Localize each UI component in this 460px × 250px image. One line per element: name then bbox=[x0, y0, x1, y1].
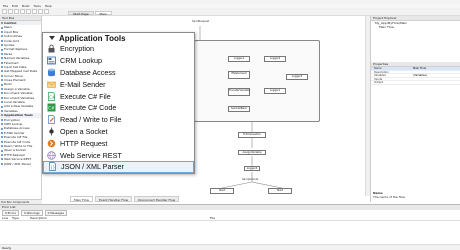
save-icon[interactable] bbox=[14, 9, 19, 14]
popup-item-lock[interactable]: Encryption bbox=[43, 43, 194, 55]
lock-icon bbox=[47, 44, 56, 53]
popup-header[interactable]: Application Tools bbox=[43, 33, 194, 43]
csharp-file-icon: C# bbox=[47, 91, 56, 101]
property-key: Name bbox=[374, 67, 382, 70]
file-rw-icon bbox=[47, 115, 56, 125]
property-key: Variables bbox=[374, 74, 386, 78]
popup-item-web-service[interactable]: Web Service REST bbox=[43, 149, 194, 161]
crm-icon bbox=[47, 56, 56, 65]
cut-icon[interactable] bbox=[20, 9, 25, 14]
popup-item-label: JSON / XML Parser bbox=[61, 162, 124, 172]
column-file[interactable]: File bbox=[210, 216, 270, 220]
csharp-code-icon: C# bbox=[47, 103, 56, 112]
popup-item-csharp-code[interactable]: C# Execute C# Code bbox=[43, 102, 194, 114]
popup-item-label: Web Service REST bbox=[60, 150, 122, 160]
diagram-node[interactable]: Start bbox=[210, 188, 234, 194]
property-value[interactable]: Main Flow bbox=[413, 67, 460, 70]
error-list-header: Line Type Description File bbox=[0, 216, 460, 221]
http-icon bbox=[47, 139, 56, 148]
column-line[interactable]: Line bbox=[0, 216, 12, 220]
popup-item-label: Execute C# File bbox=[60, 91, 111, 101]
copy-icon[interactable] bbox=[26, 9, 31, 14]
envelope-icon bbox=[47, 80, 56, 89]
database-icon bbox=[47, 68, 56, 77]
popup-item-label: CRM Lookup bbox=[60, 56, 102, 66]
property-key: Inputs bbox=[374, 77, 383, 81]
popup-item-label: E-Mail Sender bbox=[60, 79, 106, 89]
tool-item[interactable]: JSON / XML Parser bbox=[0, 162, 41, 166]
canvas-flow-tabs: Main Flow Event Handler Flow Disconnect … bbox=[70, 196, 180, 202]
popup-item-label: Open a Socket bbox=[60, 126, 108, 136]
diagram-node[interactable]: SubCallBack bbox=[228, 106, 250, 112]
popup-item-http[interactable]: HTTP Request bbox=[43, 137, 194, 149]
explorer-tree-item[interactable]: Main Flow bbox=[371, 25, 460, 29]
popup-title: Application Tools bbox=[59, 33, 126, 43]
diagram-node[interactable]: AssignVariable bbox=[238, 150, 266, 155]
popup-item-file-rw[interactable]: Read / Write to File bbox=[43, 114, 194, 126]
property-key: Description bbox=[374, 70, 389, 74]
property-description-text: The name of the flow bbox=[373, 195, 405, 199]
diagram-node[interactable]: Start bbox=[268, 188, 292, 194]
popup-item-json-parser[interactable]: {} JSON / XML Parser bbox=[43, 160, 194, 173]
flow-container-box bbox=[194, 40, 320, 122]
diagram-node[interactable]: Logger4 bbox=[244, 166, 260, 171]
property-row[interactable]: Output bbox=[371, 81, 460, 85]
diagram-node-label: SampleCode bbox=[242, 178, 259, 181]
new-icon[interactable] bbox=[2, 9, 7, 14]
diagram-node[interactable]: ToDoQuestion bbox=[238, 132, 266, 138]
json-parser-icon: {} bbox=[48, 162, 57, 172]
diagram-node[interactable]: Logger3 bbox=[286, 74, 308, 80]
open-icon[interactable] bbox=[8, 9, 13, 14]
tab-disconnect-handler-flow[interactable]: Disconnect Handler Flow bbox=[134, 196, 180, 202]
svg-text:{}: {} bbox=[50, 165, 55, 170]
tab-start-page[interactable]: Start Page bbox=[68, 11, 94, 16]
application-tools-popup: Application Tools Encryption CRM Lookup Da… bbox=[42, 32, 195, 174]
popup-item-label: Execute C# Code bbox=[60, 103, 117, 113]
popup-item-database[interactable]: Database Access bbox=[43, 67, 194, 79]
undo-icon[interactable] bbox=[38, 9, 43, 14]
tab-event-handler-flow[interactable]: Event Handler Flow bbox=[94, 196, 133, 202]
popup-item-label: Database Access bbox=[60, 67, 116, 77]
popup-item-socket[interactable]: Open a Socket bbox=[43, 126, 194, 138]
tool-box-panel: Tool Box Control Menu Input Box Subroutines… bbox=[0, 16, 42, 204]
tab-main[interactable]: Main bbox=[94, 11, 112, 16]
popup-item-label: Encryption bbox=[60, 44, 94, 54]
status-bar: Ready bbox=[0, 244, 460, 250]
property-value[interactable] bbox=[413, 71, 460, 74]
property-value[interactable] bbox=[413, 81, 460, 84]
property-key: Output bbox=[374, 81, 384, 85]
properties-panel: Properties Name Main Flow Description Varia… bbox=[370, 62, 460, 202]
diagram-node[interactable]: Logger1 bbox=[264, 88, 286, 94]
redo-icon[interactable] bbox=[44, 9, 49, 14]
diagram-node[interactable]: IfStatement bbox=[228, 71, 250, 79]
column-type[interactable]: Type bbox=[12, 216, 30, 220]
diagram-node[interactable]: Logger2 bbox=[264, 56, 286, 62]
diagram-node-label: SendRequest bbox=[192, 20, 210, 23]
diagram-node[interactable]: Logger1 bbox=[228, 56, 250, 62]
column-description[interactable]: Description bbox=[30, 216, 210, 220]
property-value[interactable] bbox=[413, 78, 460, 81]
document-tabs: Start Page Main bbox=[68, 11, 112, 16]
tab-main-flow[interactable]: Main Flow bbox=[70, 196, 93, 202]
svg-text:C#: C# bbox=[49, 94, 56, 99]
web-service-icon bbox=[47, 150, 56, 160]
property-description: Name The name of the flow bbox=[373, 191, 405, 199]
diagram-node[interactable]: TransferVariable bbox=[228, 88, 250, 96]
popup-item-envelope[interactable]: E-Mail Sender bbox=[43, 78, 194, 90]
popup-item-crm[interactable]: CRM Lookup bbox=[43, 55, 194, 67]
socket-icon bbox=[47, 127, 56, 136]
svg-text:C#: C# bbox=[48, 106, 55, 111]
popup-item-csharp-file[interactable]: C# Execute C# File bbox=[43, 90, 194, 102]
paste-icon[interactable] bbox=[32, 9, 37, 14]
project-explorer-panel: Project Explorer My_App/MyFlow/Main Main… bbox=[370, 16, 460, 62]
property-value[interactable]: (Variables) bbox=[413, 74, 460, 77]
collapse-arrow-icon[interactable] bbox=[49, 36, 55, 40]
popup-item-label: Read / Write to File bbox=[60, 115, 122, 125]
popup-item-label: HTTP Request bbox=[60, 138, 108, 148]
